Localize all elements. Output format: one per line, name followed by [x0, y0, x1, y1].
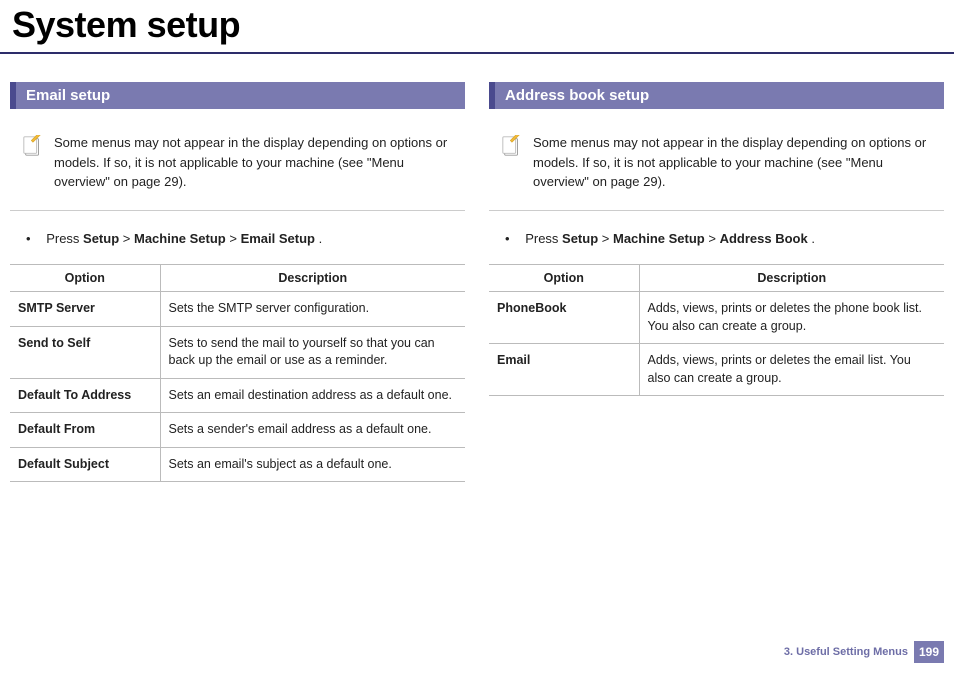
page-number: 199	[914, 641, 944, 663]
email-options-table: Option Description SMTP ServerSets the S…	[10, 264, 465, 482]
left-column: Email setup Some menus may not appear in…	[10, 82, 465, 482]
address-instruction: • Press Setup > Machine Setup > Address …	[489, 229, 944, 265]
opt-cell: PhoneBook	[489, 292, 639, 344]
content-columns: Email setup Some menus may not appear in…	[0, 54, 954, 482]
opt-cell: Default Subject	[10, 447, 160, 482]
desc-cell: Adds, views, prints or deletes the phone…	[639, 292, 944, 344]
opt-cell: Default To Address	[10, 378, 160, 413]
note-icon	[501, 135, 523, 159]
address-options-table: Option Description PhoneBookAdds, views,…	[489, 264, 944, 396]
right-column: Address book setup Some menus may not ap…	[489, 82, 944, 482]
table-row: Send to SelfSets to send the mail to you…	[10, 326, 465, 378]
path-addressbook: Address Book	[720, 231, 808, 246]
desc-cell: Sets to send the mail to yourself so tha…	[160, 326, 465, 378]
press-label: Press	[525, 231, 562, 246]
email-setup-heading: Email setup	[10, 82, 465, 109]
address-book-heading: Address book setup	[489, 82, 944, 109]
th-option: Option	[489, 265, 639, 292]
th-option: Option	[10, 265, 160, 292]
desc-cell: Adds, views, prints or deletes the email…	[639, 344, 944, 396]
opt-cell: SMTP Server	[10, 292, 160, 327]
email-note-text: Some menus may not appear in the display…	[54, 133, 457, 192]
desc-cell: Sets the SMTP server configuration.	[160, 292, 465, 327]
page-title: System setup	[0, 0, 954, 54]
path-setup: Setup	[83, 231, 119, 246]
table-row: Default FromSets a sender's email addres…	[10, 413, 465, 448]
bullet-icon: •	[505, 231, 510, 246]
path-sep: >	[598, 231, 613, 246]
opt-cell: Email	[489, 344, 639, 396]
table-row: Default To AddressSets an email destinat…	[10, 378, 465, 413]
table-row: SMTP ServerSets the SMTP server configur…	[10, 292, 465, 327]
path-sep: >	[119, 231, 134, 246]
path-sep: >	[705, 231, 720, 246]
th-description: Description	[639, 265, 944, 292]
table-row: EmailAdds, views, prints or deletes the …	[489, 344, 944, 396]
desc-cell: Sets a sender's email address as a defau…	[160, 413, 465, 448]
chapter-label: 3. Useful Setting Menus	[784, 646, 908, 658]
email-instruction: • Press Setup > Machine Setup > Email Se…	[10, 229, 465, 265]
opt-cell: Default From	[10, 413, 160, 448]
opt-cell: Send to Self	[10, 326, 160, 378]
press-label: Press	[46, 231, 83, 246]
path-sep: >	[226, 231, 241, 246]
email-note-box: Some menus may not appear in the display…	[10, 109, 465, 211]
desc-cell: Sets an email destination address as a d…	[160, 378, 465, 413]
address-note-text: Some menus may not appear in the display…	[533, 133, 936, 192]
th-description: Description	[160, 265, 465, 292]
table-row: Default SubjectSets an email's subject a…	[10, 447, 465, 482]
period: .	[808, 231, 815, 246]
table-row: PhoneBookAdds, views, prints or deletes …	[489, 292, 944, 344]
path-emailsetup: Email Setup	[241, 231, 315, 246]
note-icon	[22, 135, 44, 159]
period: .	[315, 231, 322, 246]
desc-cell: Sets an email's subject as a default one…	[160, 447, 465, 482]
bullet-icon: •	[26, 231, 31, 246]
path-machine: Machine Setup	[613, 231, 705, 246]
address-note-box: Some menus may not appear in the display…	[489, 109, 944, 211]
path-setup: Setup	[562, 231, 598, 246]
path-machine: Machine Setup	[134, 231, 226, 246]
page-footer: 3. Useful Setting Menus 199	[784, 641, 944, 663]
